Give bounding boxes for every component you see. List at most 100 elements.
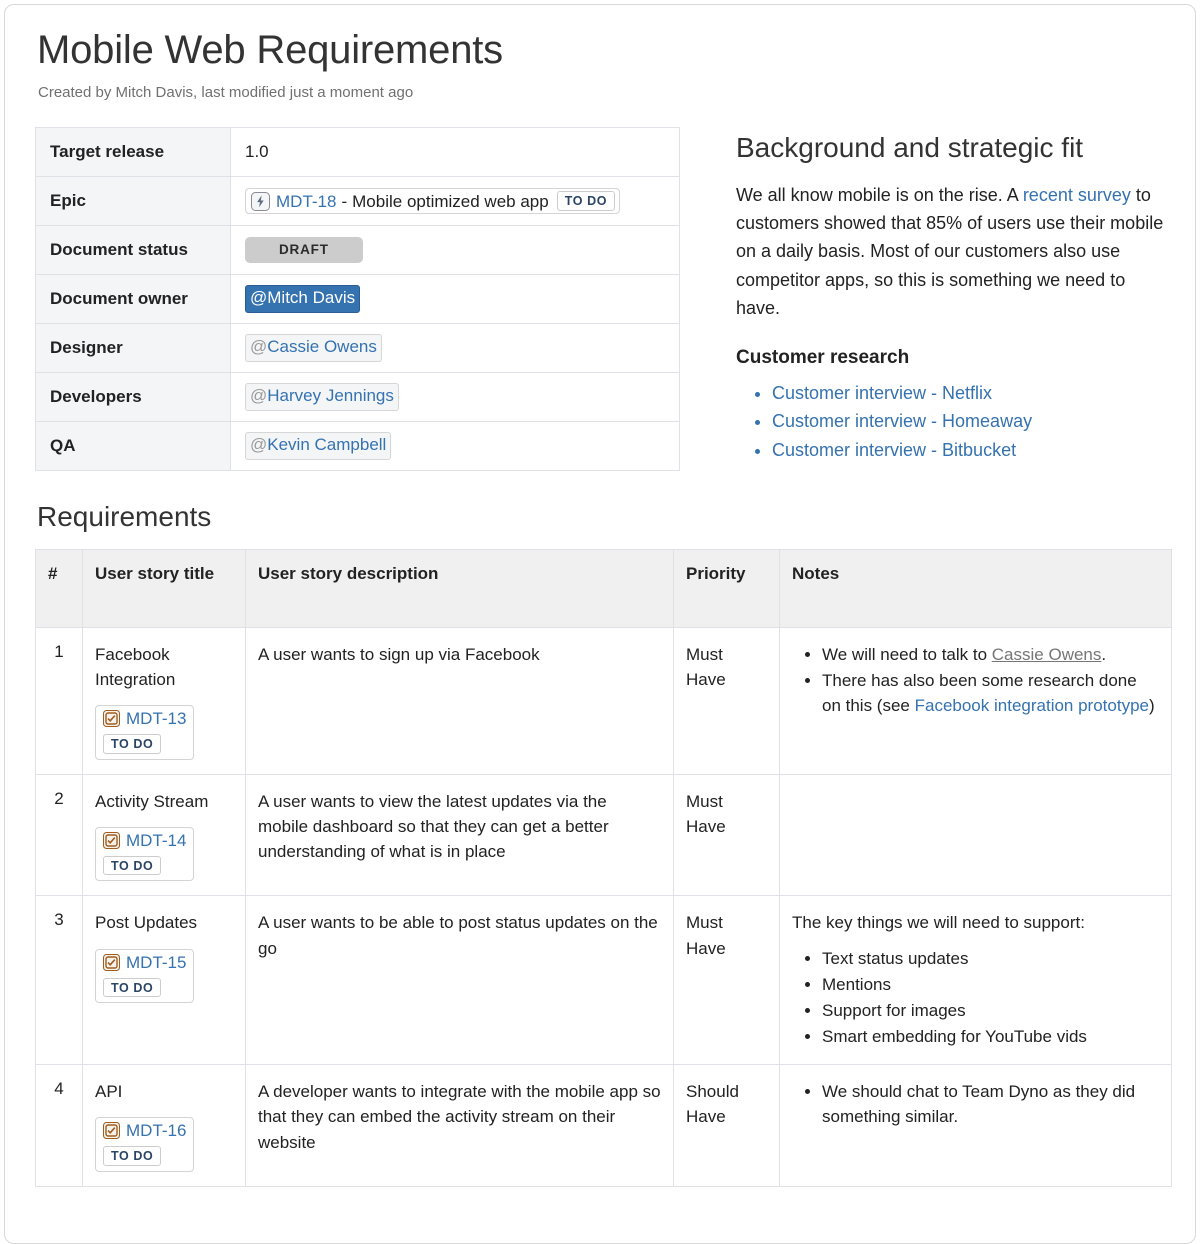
customer-interview-homeaway-link[interactable]: Customer interview - Homeaway (772, 411, 1032, 431)
mention-at-symbol: @ (250, 337, 267, 356)
priority-value: Must Have (686, 789, 767, 839)
row-title-cell: API MDT-16 TO DO (83, 1065, 246, 1187)
customer-research-list: Customer interview - Netflix Customer in… (736, 379, 1165, 464)
info-key-developers: Developers (36, 373, 231, 422)
mention-at-symbol: @ (250, 288, 267, 307)
issue-key[interactable]: MDT-13 (126, 710, 186, 727)
row-notes-cell: The key things we will need to support: … (780, 896, 1172, 1065)
issue-key[interactable]: MDT-16 (126, 1122, 186, 1139)
info-value-document-owner: @Mitch Davis (231, 275, 680, 324)
info-key-epic: Epic (36, 177, 231, 226)
info-key-qa: QA (36, 422, 231, 471)
info-key-target-release: Target release (36, 128, 231, 177)
epic-issue-key[interactable]: MDT-18 (276, 193, 336, 210)
column-header-user-story-description: User story description (246, 550, 674, 628)
mention-cassie-owens[interactable]: Cassie Owens (992, 645, 1102, 664)
issue-badge[interactable]: MDT-14 TO DO (95, 827, 194, 882)
column-header-priority: Priority (674, 550, 780, 628)
priority-value: Should Have (686, 1079, 767, 1129)
list-item: Support for images (822, 998, 1159, 1023)
info-row-developers: Developers @Harvey Jennings (36, 373, 680, 422)
epic-summary: Mobile optimized web app (352, 193, 549, 210)
row-notes-cell (780, 774, 1172, 896)
customer-interview-netflix-link[interactable]: Customer interview - Netflix (772, 383, 992, 403)
user-story-title: API (95, 1079, 233, 1104)
user-story-description: A user wants to be able to post status u… (258, 910, 661, 960)
background-heading: Background and strategic fit (736, 131, 1165, 165)
priority-value: Must Have (686, 642, 767, 692)
info-value-epic: MDT-18 - Mobile optimized web app TO DO (231, 177, 680, 226)
user-story-description: A user wants to sign up via Facebook (258, 642, 661, 667)
row-number: 3 (36, 896, 83, 1065)
row-title-cell: Post Updates MDT-15 (83, 896, 246, 1065)
jira-task-icon (103, 710, 120, 727)
mention-developers[interactable]: @Harvey Jennings (245, 383, 399, 410)
info-row-designer: Designer @Cassie Owens (36, 324, 680, 373)
info-value-document-status: DRAFT (231, 226, 680, 275)
row-description-cell: A developer wants to integrate with the … (246, 1065, 674, 1187)
row-priority-cell: Must Have (674, 628, 780, 775)
document-info-table: Target release 1.0 Epic (35, 127, 680, 471)
row-notes-cell: We should chat to Team Dyno as they did … (780, 1065, 1172, 1187)
mention-at-symbol: @ (250, 386, 267, 405)
row-description-cell: A user wants to sign up via Facebook (246, 628, 674, 775)
mention-designer[interactable]: @Cassie Owens (245, 334, 382, 361)
issue-key[interactable]: MDT-14 (126, 832, 186, 849)
info-value-developers: @Harvey Jennings (231, 373, 680, 422)
notes-list: Text status updates Mentions Support for… (792, 946, 1159, 1050)
mention-document-owner[interactable]: @Mitch Davis (245, 285, 360, 312)
row-priority-cell: Must Have (674, 774, 780, 896)
priority-value: Must Have (686, 910, 767, 960)
column-header-notes: Notes (780, 550, 1172, 628)
requirements-table: # User story title User story descriptio… (35, 549, 1172, 1187)
info-value-designer: @Cassie Owens (231, 324, 680, 373)
row-priority-cell: Should Have (674, 1065, 780, 1187)
page-title: Mobile Web Requirements (37, 27, 1165, 73)
issue-key[interactable]: MDT-15 (126, 954, 186, 971)
info-row-qa: QA @Kevin Campbell (36, 422, 680, 471)
user-story-title: Post Updates (95, 910, 233, 935)
info-key-document-owner: Document owner (36, 275, 231, 324)
row-notes-cell: We will need to talk to Cassie Owens. Th… (780, 628, 1172, 775)
info-value-target-release: 1.0 (231, 128, 680, 177)
notes-lead-text: The key things we will need to support: (792, 910, 1159, 935)
mention-name: Mitch Davis (267, 288, 355, 307)
issue-badge[interactable]: MDT-15 TO DO (95, 949, 194, 1004)
background-text-1: We all know mobile is on the rise. A (736, 185, 1023, 205)
recent-survey-link[interactable]: recent survey (1023, 185, 1131, 205)
table-row: 4 API MDT-16 (36, 1065, 1172, 1187)
status-badge: DRAFT (245, 237, 363, 264)
row-number: 2 (36, 774, 83, 896)
list-item: Smart embedding for YouTube vids (822, 1024, 1159, 1049)
list-item: Customer interview - Bitbucket (772, 436, 1165, 464)
issue-badge[interactable]: MDT-13 TO DO (95, 705, 194, 760)
epic-status-lozenge: TO DO (557, 191, 615, 211)
list-item: We should chat to Team Dyno as they did … (822, 1079, 1159, 1129)
user-story-title: Facebook Integration (95, 642, 233, 692)
notes-list: We should chat to Team Dyno as they did … (792, 1079, 1159, 1129)
mention-qa[interactable]: @Kevin Campbell (245, 432, 391, 459)
info-row-document-status: Document status DRAFT (36, 226, 680, 275)
customer-interview-bitbucket-link[interactable]: Customer interview - Bitbucket (772, 440, 1016, 460)
list-item: Mentions (822, 972, 1159, 997)
jira-task-icon (103, 832, 120, 849)
list-item: Customer interview - Netflix (772, 379, 1165, 407)
jira-task-icon (103, 1122, 120, 1139)
page-byline: Created by Mitch Davis, last modified ju… (38, 84, 1165, 101)
list-item: Text status updates (822, 946, 1159, 971)
epic-link-pill[interactable]: MDT-18 - Mobile optimized web app TO DO (245, 188, 620, 214)
notes-list: We will need to talk to Cassie Owens. Th… (792, 642, 1159, 718)
background-paragraph: We all know mobile is on the rise. A rec… (736, 181, 1165, 323)
info-value-qa: @Kevin Campbell (231, 422, 680, 471)
row-title-cell: Facebook Integration MDT-13 (83, 628, 246, 775)
mention-at-symbol: @ (250, 435, 267, 454)
issue-badge[interactable]: MDT-16 TO DO (95, 1117, 194, 1172)
list-item: Customer interview - Homeaway (772, 407, 1165, 435)
mention-name: Kevin Campbell (267, 435, 386, 454)
facebook-integration-prototype-link[interactable]: Facebook integration prototype (915, 696, 1149, 715)
user-story-description: A user wants to view the latest updates … (258, 789, 661, 864)
info-row-epic: Epic MDT-18 - (36, 177, 680, 226)
row-number: 4 (36, 1065, 83, 1187)
info-key-document-status: Document status (36, 226, 231, 275)
table-header-row: # User story title User story descriptio… (36, 550, 1172, 628)
